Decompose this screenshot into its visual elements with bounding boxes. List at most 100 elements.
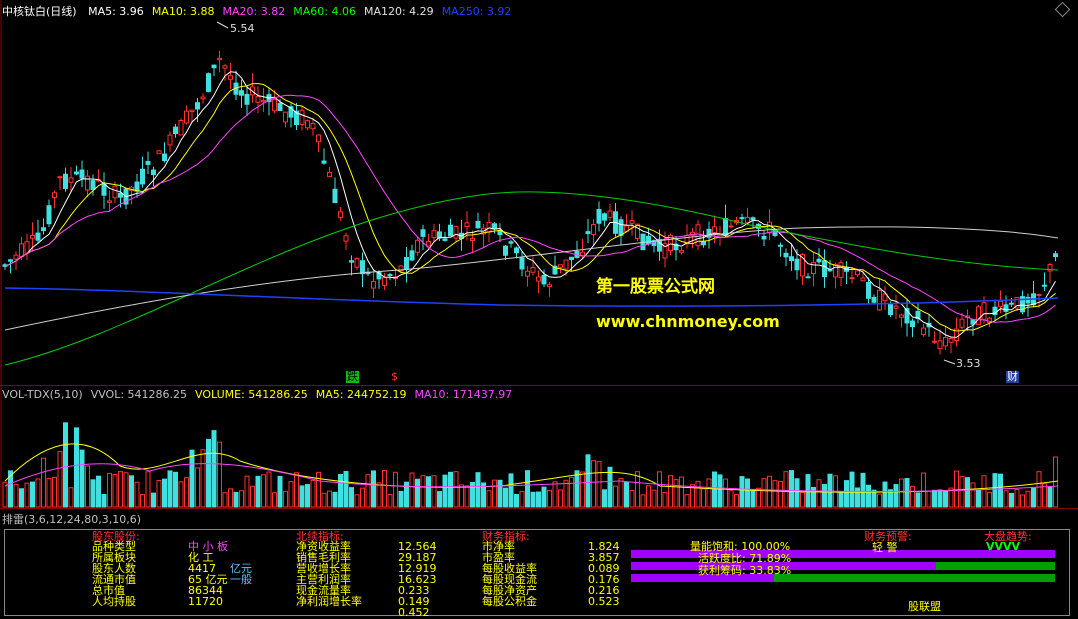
volume-bar: [211, 430, 217, 508]
candle-body: [519, 257, 525, 270]
low-pointer: [943, 359, 956, 365]
volume-bar: [167, 470, 173, 508]
volume-bar: [90, 479, 96, 508]
candle-body: [789, 256, 794, 262]
volume-bar: [63, 422, 68, 508]
candle-body: [558, 264, 563, 268]
volume-bar: [382, 469, 387, 508]
volume-bar: [827, 473, 833, 508]
volume-bar: [673, 479, 679, 508]
volume-bar: [910, 485, 915, 508]
volume-bar: [453, 471, 459, 508]
volume-bar: [250, 485, 255, 508]
volume-bar: [222, 492, 228, 508]
candle-body: [591, 223, 596, 235]
volume-bar: [580, 471, 585, 508]
candle-body: [46, 205, 52, 225]
candle-body: [261, 100, 266, 103]
candle-body: [349, 260, 354, 263]
volume-bar: [420, 475, 426, 508]
volume-bar: [305, 484, 310, 508]
volume-bar: [261, 474, 266, 508]
volume-bar: [976, 489, 981, 508]
candle-body: [899, 314, 904, 318]
candle-body: [602, 213, 607, 221]
volume-bar: [409, 472, 415, 508]
candle-body: [387, 274, 393, 277]
volume-bar: [695, 480, 701, 508]
candle-body: [448, 224, 453, 237]
volume-bar: [426, 476, 431, 508]
volume-bar: [376, 482, 382, 508]
candle-body: [646, 235, 651, 245]
volume-bar: [217, 441, 222, 508]
volume-bar: [607, 466, 613, 508]
candle-body: [596, 208, 602, 224]
volume-bar: [613, 485, 618, 508]
marker-die: 跌: [346, 370, 359, 383]
volume-bar: [288, 481, 294, 508]
candle-body: [310, 123, 316, 130]
candle-body: [745, 217, 750, 224]
volume-bar: [486, 490, 492, 508]
candle-body: [464, 222, 470, 228]
volume-bar: [893, 484, 899, 508]
volume-bar: [349, 487, 354, 508]
volume-bar: [178, 481, 184, 508]
candle-body: [145, 161, 151, 165]
candle-body: [426, 240, 431, 247]
volume-bar: [970, 482, 976, 508]
candle-body: [525, 270, 530, 277]
price-panel[interactable]: 中核钛白(日线) MA5: 3.96 MA10: 3.88 MA20: 3.82 MA…: [0, 0, 1078, 385]
volume-bar: [552, 481, 558, 508]
volume-bar: [96, 475, 101, 508]
indicator-panel[interactable]: 排雷(3,6,12,24,80,3,10,6) 股东股份: 北续指标: 财务指标…: [0, 508, 1078, 618]
volume-bar: [365, 474, 371, 508]
volume-bar: [899, 478, 904, 508]
candle-body: [8, 259, 13, 262]
volume-bar: [459, 484, 464, 508]
volume-bar: [140, 494, 145, 508]
volume-bar: [596, 461, 602, 508]
volume-bar: [618, 477, 624, 508]
candle-body: [761, 235, 767, 240]
volume-bar: [679, 476, 684, 508]
candle-body: [178, 120, 184, 136]
volume-bar: [536, 491, 541, 508]
volume-bar: [30, 481, 35, 508]
col1-labels: 品种类型 所属板块 股东人数 流通市值 总市值 人均持股: [92, 541, 136, 607]
volume-bar: [635, 471, 640, 508]
volume-bar: [855, 487, 860, 508]
volume-bar: [728, 490, 734, 508]
volume-bar: [299, 485, 305, 508]
candle-body: [767, 221, 772, 234]
candle-body: [712, 226, 717, 234]
candle-body: [833, 263, 838, 278]
high-pointer: [216, 21, 229, 29]
candle-body: [910, 320, 915, 328]
candle-body: [321, 160, 327, 164]
volume-bar: [783, 471, 789, 508]
volume-bar: [195, 467, 200, 508]
candle-body: [316, 134, 321, 143]
ma5-line: [4, 71, 1056, 338]
volume-bar: [294, 472, 299, 508]
candle-body: [371, 280, 376, 289]
candle-body: [503, 245, 508, 256]
ma60-line: [4, 191, 1059, 366]
volume-bar: [569, 476, 574, 508]
footer-text: 股联盟: [908, 600, 941, 613]
candle-body: [607, 210, 613, 218]
volume-bar: [734, 494, 739, 508]
volume-bar: [992, 473, 998, 508]
volume-bar: [387, 494, 393, 508]
volume-bar: [937, 489, 943, 508]
col2-labels: 净资收益率 销售毛利率 营收增长率 主营利润率 现金流量率 净利润增长率: [296, 541, 362, 607]
volume-bar: [756, 487, 761, 508]
volume-bar: [723, 478, 728, 508]
candle-body: [541, 274, 547, 285]
candle-body: [701, 240, 706, 246]
volume-bar: [19, 488, 24, 508]
volume-panel[interactable]: VOL-TDX(5,10) VVOL: 541286.25 VOLUME: 5412…: [0, 385, 1078, 509]
candle-body: [63, 173, 68, 189]
